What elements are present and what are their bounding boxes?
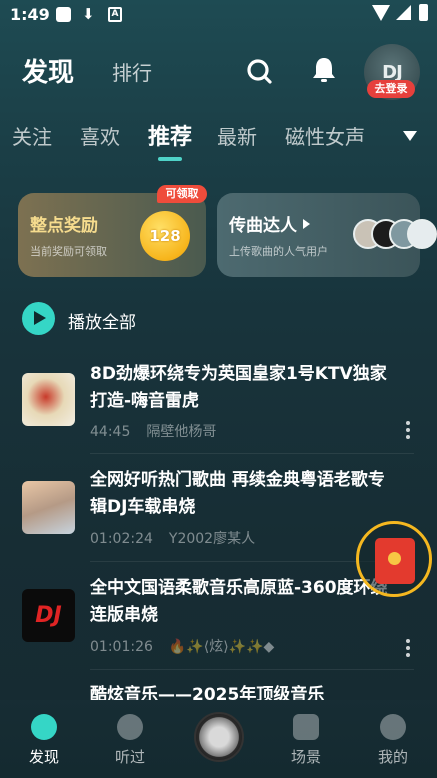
bottom-nav: 发现 听过 场景 我的 — [0, 700, 437, 778]
list-item[interactable]: 酷炫音乐——2025年顶级音乐 — [0, 680, 437, 700]
page-title[interactable]: 发现 — [22, 52, 74, 89]
wifi-icon — [372, 5, 390, 21]
play-icon — [22, 302, 55, 335]
more-options-icon[interactable] — [403, 639, 413, 657]
chevron-right-icon — [303, 219, 310, 229]
song-duration: 01:02:24 — [90, 531, 153, 547]
login-badge[interactable]: 去登录 — [367, 80, 415, 98]
nav-label: 我的 — [377, 748, 408, 766]
red-envelope-icon — [375, 538, 415, 584]
signal-icon — [396, 5, 411, 20]
song-uploader: 🔥✨⟨炫⟩✨✨◆ — [168, 639, 275, 655]
song-meta: 01:02:24 Y2002廖某人 — [90, 528, 255, 548]
header: 发现 排行 DJ 去登录 — [0, 42, 437, 102]
avatar[interactable] — [407, 219, 437, 249]
bell-icon[interactable] — [311, 56, 337, 84]
nav-label: 听过 — [114, 748, 145, 766]
nav-label: 发现 — [28, 748, 59, 766]
song-title: 全网好听热门歌曲 再续金典粤语老歌专辑DJ车载串烧 — [90, 470, 385, 517]
song-meta: 01:01:26 🔥✨⟨炫⟩✨✨◆ — [90, 636, 274, 656]
tab-follow[interactable]: 关注 — [12, 121, 52, 150]
status-bar: 1:49 ⬇ A — [0, 0, 437, 30]
chevron-down-icon[interactable] — [403, 131, 417, 141]
tab-latest[interactable]: 最新 — [217, 121, 257, 150]
bar-chart-icon — [293, 714, 319, 740]
now-playing-disc[interactable] — [194, 712, 244, 762]
notification-icon — [56, 7, 71, 22]
expert-title: 传曲达人 — [229, 211, 310, 236]
expert-title-text: 传曲达人 — [229, 216, 297, 236]
song-title: 酷炫音乐——2025年顶级音乐 — [90, 685, 325, 700]
battery-icon — [419, 4, 428, 21]
nav-profile[interactable]: 我的 — [363, 714, 423, 767]
list-item[interactable]: 8D劲爆环绕专为英国皇家1号KTV独家打造-嗨音雷虎 44:45 隔壁他杨哥 — [0, 357, 437, 465]
clock-icon — [117, 714, 143, 740]
song-title: 8D劲爆环绕专为英国皇家1号KTV独家打造-嗨音雷虎 — [90, 364, 387, 411]
ranking-tab[interactable]: 排行 — [112, 57, 152, 86]
divider — [90, 669, 414, 670]
text-icon: A — [108, 7, 122, 22]
song-cover: DJ — [22, 589, 75, 642]
song-cover — [22, 373, 75, 426]
play-all-label: 播放全部 — [68, 313, 136, 333]
nav-history[interactable]: 听过 — [100, 714, 160, 767]
song-meta: 44:45 隔壁他杨哥 — [90, 421, 216, 441]
claim-badge[interactable]: 可领取 — [157, 185, 207, 203]
coin-icon[interactable]: 128 — [140, 211, 190, 261]
tab-recommended[interactable]: 推荐 — [148, 119, 192, 151]
expert-subtitle: 上传歌曲的人气用户 — [229, 245, 328, 258]
song-title: 全中文国语柔歌音乐高原蓝-360度环绕连版串烧 — [90, 578, 388, 625]
nav-discover[interactable]: 发现 — [14, 714, 74, 767]
category-tabs: 关注 喜欢 推荐 最新 磁性女声 — [0, 117, 437, 167]
music-note-icon — [31, 714, 57, 740]
download-icon: ⬇ — [82, 5, 95, 23]
divider — [90, 453, 414, 454]
status-time: 1:49 — [10, 5, 50, 24]
song-duration: 44:45 — [90, 424, 131, 440]
active-tab-indicator — [158, 157, 182, 161]
song-duration: 01:01:26 — [90, 639, 153, 655]
tab-magnetic-female[interactable]: 磁性女声 — [285, 121, 365, 150]
song-uploader: Y2002廖某人 — [168, 531, 256, 547]
nav-label: 场景 — [290, 748, 321, 766]
reward-subtitle: 当前奖励可领取 — [30, 245, 107, 258]
song-cover — [22, 481, 75, 534]
face-icon — [380, 714, 406, 740]
more-options-icon[interactable] — [403, 421, 413, 439]
tab-favorites[interactable]: 喜欢 — [80, 121, 120, 150]
song-uploader: 隔壁他杨哥 — [146, 424, 217, 440]
nav-scenes[interactable]: 场景 — [276, 714, 336, 767]
search-icon[interactable] — [246, 58, 272, 84]
reward-title: 整点奖励 — [30, 216, 98, 236]
red-packet-button[interactable] — [356, 521, 432, 597]
